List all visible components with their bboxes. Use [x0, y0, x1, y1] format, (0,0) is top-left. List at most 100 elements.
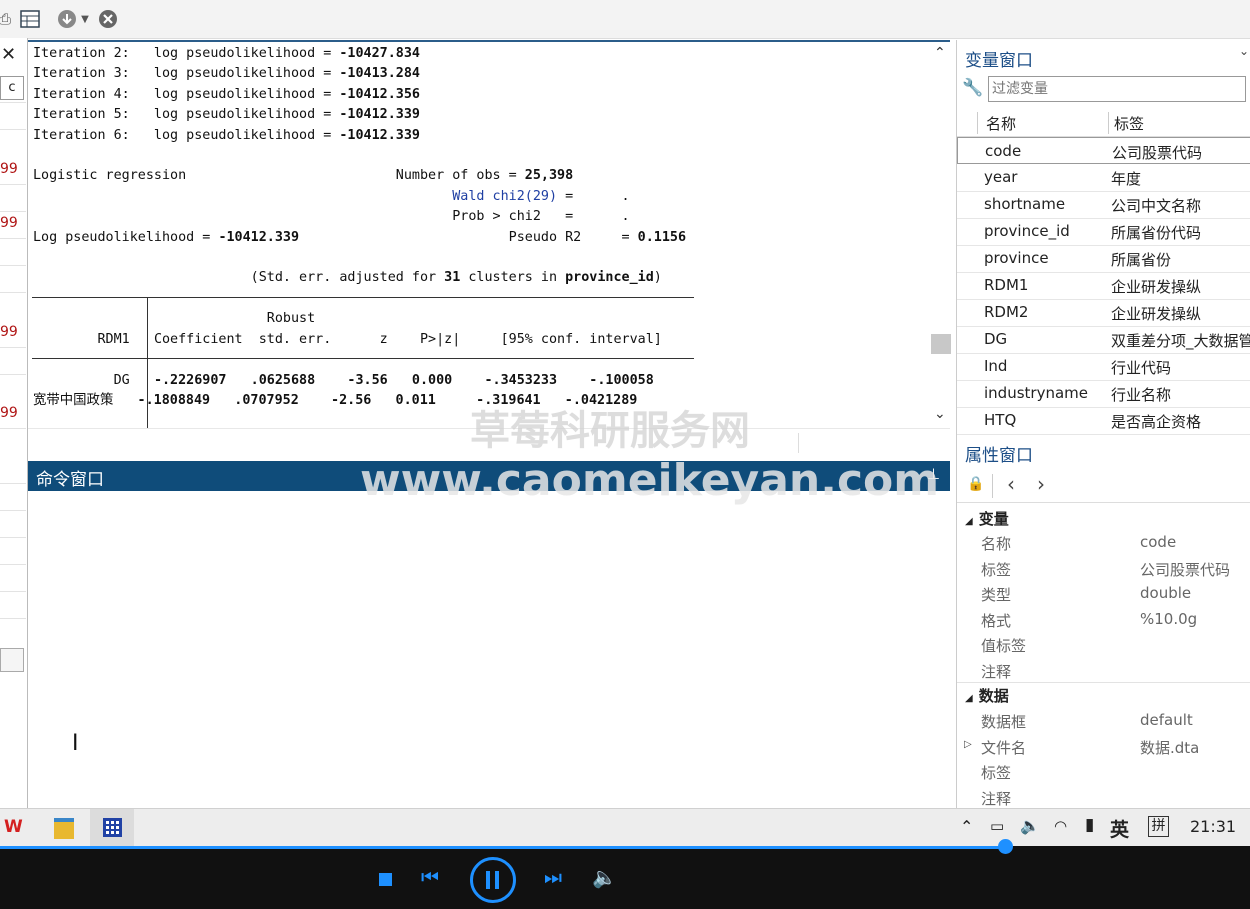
property-row[interactable]: 类型 double — [957, 581, 1250, 606]
property-key: 注释 — [981, 789, 1012, 808]
variable-row[interactable]: RDM2 企业研发操纵 — [957, 299, 1250, 327]
ime-language[interactable]: 英 — [1110, 815, 1129, 842]
property-key: 标签 — [981, 764, 1012, 782]
right-panel: 变量窗口 ⌄ 🔧 名称 标签 code 公司股票代码 year 年度 shortname… — [956, 40, 1250, 808]
back-icon[interactable]: ‹ — [1007, 472, 1015, 496]
variables-header: 名称 标签 — [957, 109, 1250, 137]
results-window[interactable]: Iteration 2: log pseudolikelihood = -104… — [28, 40, 951, 430]
property-row[interactable]: 值标签 — [957, 632, 1250, 657]
section-variable[interactable]: ◢ 变量 — [965, 508, 1009, 529]
property-row[interactable]: 标签 — [957, 759, 1250, 784]
stop-icon[interactable] — [379, 873, 392, 886]
battery-icon[interactable]: ▭ — [990, 817, 1004, 835]
ime-mode[interactable]: 拼 — [1148, 816, 1169, 837]
section-data[interactable]: ◢ 数据 — [965, 685, 1009, 706]
left-strip-button[interactable] — [0, 648, 24, 672]
property-row[interactable]: 文件名 数据.dta — [957, 734, 1250, 759]
command-window-title: 命令窗口 — [36, 470, 104, 490]
folder-icon[interactable] — [54, 818, 74, 839]
property-value: double — [1140, 584, 1192, 602]
break-icon[interactable] — [97, 8, 119, 30]
expand-icon[interactable]: ▷ — [964, 739, 972, 750]
variable-row[interactable]: year 年度 — [957, 164, 1250, 192]
property-row[interactable]: 注释 — [957, 658, 1250, 683]
variable-filter-input[interactable] — [988, 76, 1246, 102]
variable-row[interactable]: industryname 行业名称 — [957, 380, 1250, 408]
property-row[interactable]: 格式 %10.0g — [957, 607, 1250, 632]
results-scrollbar[interactable]: ⌃ ⌄ — [930, 42, 951, 430]
variable-label: 行业名称 — [1111, 386, 1172, 404]
variable-name: DG — [984, 330, 1008, 348]
variable-name: shortname — [984, 195, 1066, 213]
variable-row[interactable]: code 公司股票代码 — [957, 137, 1250, 164]
close-icon[interactable]: ✕ — [1, 44, 16, 65]
microphone-icon[interactable]: ▮ — [1085, 815, 1094, 835]
media-player-bar: ⏮ ⏭ 🔈 — [0, 839, 1250, 909]
scroll-down-icon[interactable]: ⌄ — [934, 406, 946, 422]
variable-row[interactable]: Ind 行业代码 — [957, 353, 1250, 381]
col-name-header[interactable]: 名称 — [986, 113, 1016, 134]
variable-name: Ind — [984, 357, 1008, 375]
stata-app-icon[interactable] — [103, 818, 122, 841]
property-value: default — [1140, 711, 1193, 729]
variable-row[interactable]: HTQ 是否高企资格 — [957, 407, 1250, 435]
property-row[interactable]: 标签 公司股票代码 — [957, 556, 1250, 581]
playback-progress — [0, 846, 1005, 849]
table-top-rule — [32, 297, 694, 298]
left-panel-strip: ✕ c 99 99 99 99 — [0, 38, 28, 808]
scroll-up-icon[interactable]: ⌃ — [934, 45, 946, 61]
collapse-icon[interactable]: ◢ — [965, 516, 973, 527]
forward-icon[interactable]: › — [1037, 472, 1045, 496]
volume-icon[interactable]: 🔈 — [592, 865, 617, 889]
left-strip-field[interactable]: c — [0, 76, 24, 100]
left-strip-value: 99 — [0, 405, 18, 421]
wps-icon[interactable]: W — [4, 817, 28, 839]
watermark-title: 草莓科研服务网 — [470, 408, 750, 454]
variable-name: province_id — [984, 222, 1070, 240]
progress-handle[interactable] — [998, 839, 1013, 854]
property-key: 名称 — [981, 535, 1012, 553]
property-key: 标签 — [981, 560, 1012, 579]
wifi-icon[interactable]: ◠ — [1054, 817, 1067, 835]
variable-label: 所属省份 — [1111, 251, 1172, 269]
property-row[interactable]: 名称 code — [957, 530, 1250, 555]
command-input[interactable]: I — [28, 491, 954, 808]
chevron-up-icon[interactable]: ⌃ — [960, 817, 973, 836]
results-output: Iteration 2: log pseudolikelihood = -104… — [33, 46, 687, 408]
print-icon[interactable]: ⎙ — [0, 8, 16, 30]
next-icon[interactable]: ⏭ — [544, 865, 562, 889]
variable-row[interactable]: shortname 公司中文名称 — [957, 191, 1250, 219]
variable-row[interactable]: RDM1 企业研发操纵 — [957, 272, 1250, 300]
clock[interactable]: 21:31 — [1190, 817, 1236, 836]
lock-icon[interactable]: 🔒 — [967, 476, 984, 492]
col-label-header[interactable]: 标签 — [1114, 113, 1144, 134]
collapse-icon[interactable]: ◢ — [965, 693, 973, 704]
property-value: code — [1140, 533, 1177, 551]
properties-toolbar: 🔒 ‹ › — [957, 470, 1250, 503]
property-value: %10.0g — [1140, 609, 1198, 628]
property-row[interactable]: 注释 — [957, 785, 1250, 810]
more-icon[interactable] — [56, 8, 78, 30]
previous-icon[interactable]: ⏮ — [421, 865, 439, 889]
variable-row[interactable]: province 所属省份 — [957, 245, 1250, 273]
variable-name: province — [984, 249, 1049, 267]
volume-icon[interactable]: 🔈 — [1020, 816, 1040, 835]
variable-label: 所属省份代码 — [1111, 224, 1202, 242]
variable-row[interactable]: province_id 所属省份代码 — [957, 218, 1250, 246]
variable-label: 年度 — [1111, 170, 1142, 188]
property-key: 格式 — [981, 611, 1012, 630]
scroll-thumb[interactable] — [931, 334, 951, 354]
variable-label: 双重差分项_大数据管 — [1111, 332, 1250, 350]
chevron-down-icon[interactable]: ▼ — [78, 8, 92, 30]
wrench-icon[interactable]: 🔧 — [962, 78, 983, 98]
property-row[interactable]: 数据框 default — [957, 708, 1250, 733]
chevron-down-icon[interactable]: ⌄ — [1239, 44, 1249, 58]
variable-row[interactable]: DG 双重差分项_大数据管 — [957, 326, 1250, 354]
property-key: 注释 — [981, 662, 1012, 681]
pause-button[interactable] — [470, 857, 516, 903]
data-editor-icon[interactable] — [19, 8, 41, 30]
watermark-url: www.caomeikeyan.com — [360, 455, 940, 506]
left-strip-value: 99 — [0, 215, 18, 231]
variable-label: 企业研发操纵 — [1111, 305, 1202, 323]
table-header-rule — [32, 358, 694, 359]
